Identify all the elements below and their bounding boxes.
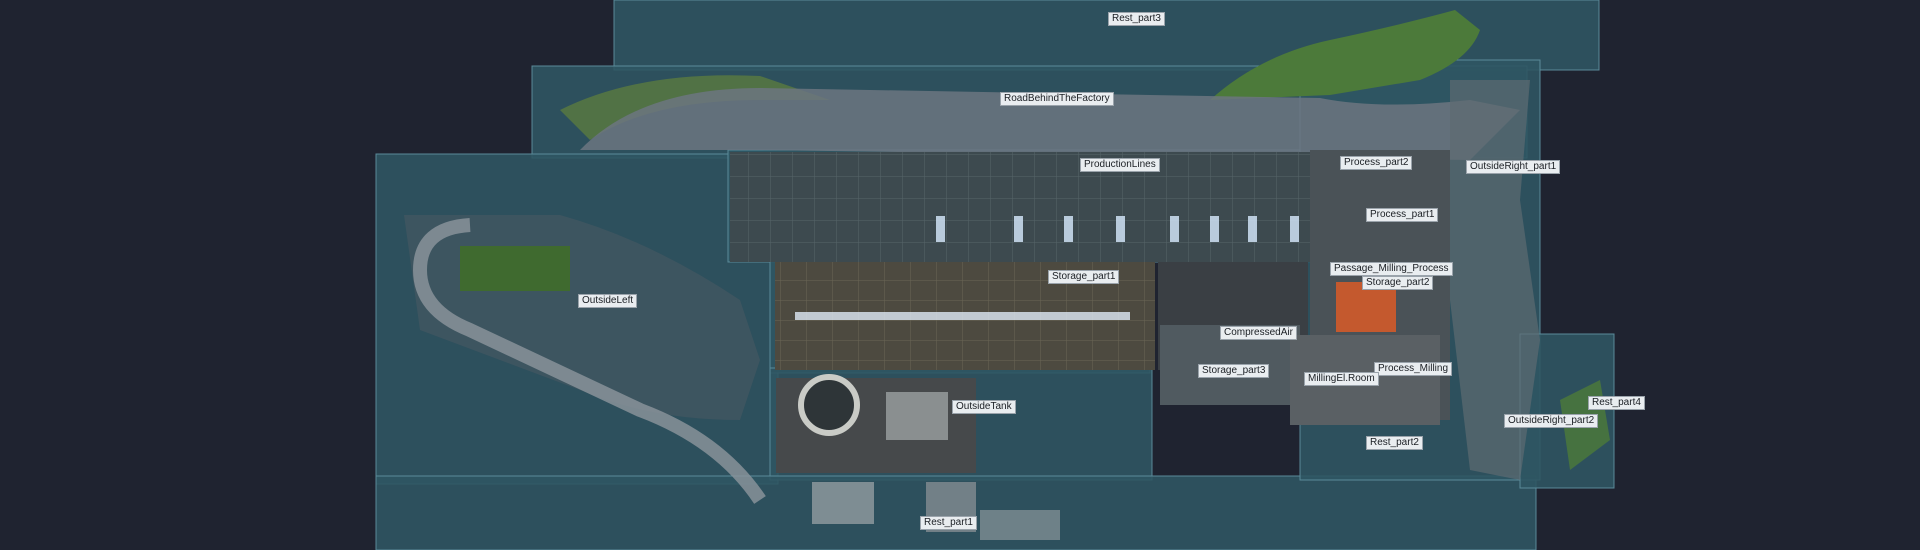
label-road-behind-the-factory[interactable]: RoadBehindTheFactory xyxy=(1000,92,1114,106)
label-storage-part3[interactable]: Storage_part3 xyxy=(1198,364,1270,378)
label-rest-part4[interactable]: Rest_part4 xyxy=(1588,396,1645,410)
tank-ring xyxy=(798,374,860,436)
production-roof xyxy=(730,152,1310,262)
label-production-lines[interactable]: ProductionLines xyxy=(1080,158,1160,172)
rest-part1-scan-c xyxy=(980,510,1060,540)
rest-part1-scan xyxy=(812,482,874,524)
label-process-part1[interactable]: Process_part1 xyxy=(1366,208,1439,222)
label-outside-left[interactable]: OutsideLeft xyxy=(578,294,638,308)
label-compressed-air[interactable]: CompressedAir xyxy=(1220,326,1297,340)
label-outside-right-part1[interactable]: OutsideRight_part1 xyxy=(1466,160,1561,174)
label-milling-el-room[interactable]: MillingEl.Room xyxy=(1304,372,1379,386)
label-outside-tank[interactable]: OutsideTank xyxy=(952,400,1016,414)
label-rest-part1[interactable]: Rest_part1 xyxy=(920,516,977,530)
label-rest-part2[interactable]: Rest_part2 xyxy=(1366,436,1423,450)
label-storage-part1[interactable]: Storage_part1 xyxy=(1048,270,1120,284)
label-passage-milling-process[interactable]: Passage_Milling_Process xyxy=(1330,262,1453,276)
label-rest-part3[interactable]: Rest_part3 xyxy=(1108,12,1165,26)
point-cloud-scene[interactable] xyxy=(0,0,1920,550)
point-cloud-viewport[interactable]: Rest_part3 RoadBehindTheFactory Producti… xyxy=(0,0,1920,550)
grass-patch xyxy=(460,246,570,291)
label-process-milling[interactable]: Process_Milling xyxy=(1374,362,1453,376)
tank-building xyxy=(886,392,948,440)
storage-light-strip xyxy=(795,312,1130,320)
label-outside-right-part2[interactable]: OutsideRight_part2 xyxy=(1504,414,1599,428)
label-storage-part2[interactable]: Storage_part2 xyxy=(1362,276,1434,290)
label-process-part2[interactable]: Process_part2 xyxy=(1340,156,1413,170)
